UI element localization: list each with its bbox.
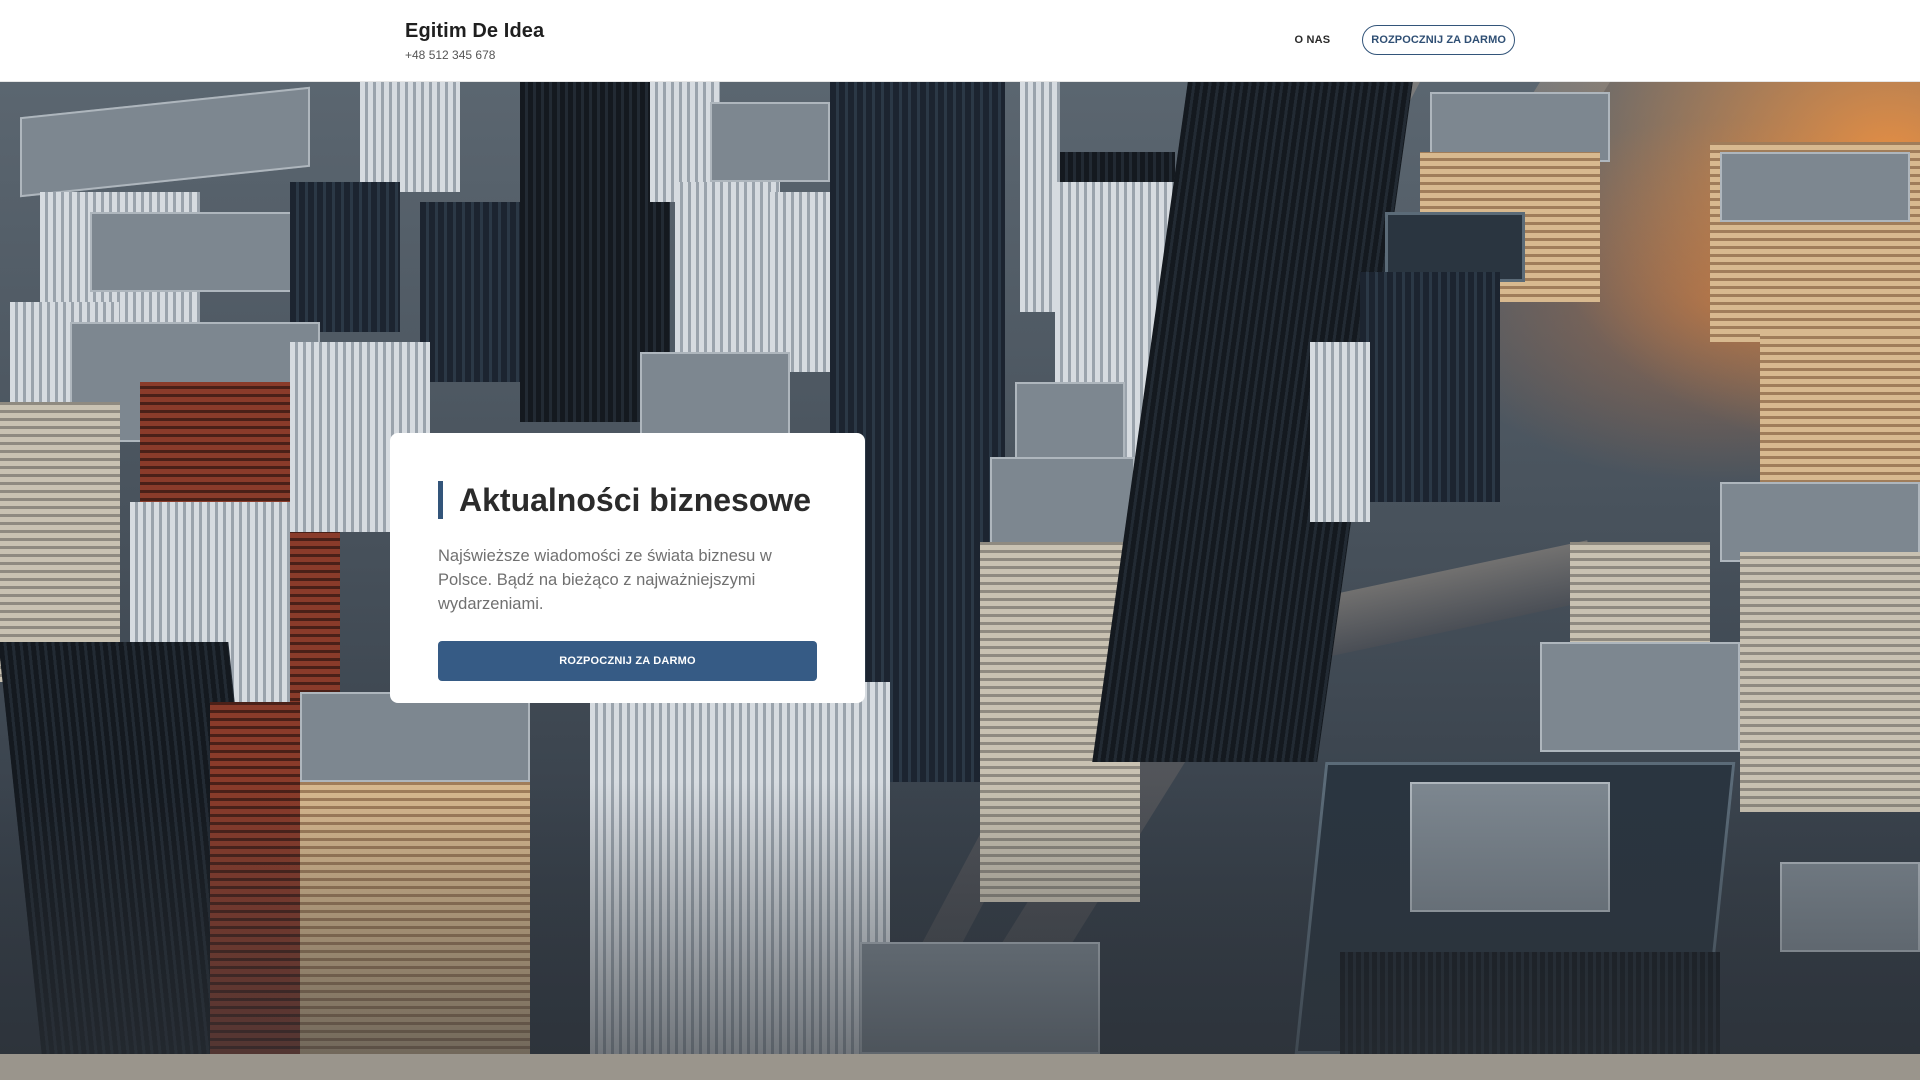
header-start-free-button[interactable]: ROZPOCZNIJ ZA DARMO <box>1362 25 1515 55</box>
main-nav: O NAS ROZPOCZNIJ ZA DARMO <box>1294 25 1515 55</box>
brand-phone: +48 512 345 678 <box>405 48 496 62</box>
brand-title[interactable]: Egitim De Idea <box>405 19 544 43</box>
brand: Egitim De Idea +48 512 345 678 <box>405 19 544 62</box>
landing-page: Egitim De Idea +48 512 345 678 O NAS ROZ… <box>0 0 1920 1080</box>
hero-title: Aktualności biznesowe <box>438 481 817 519</box>
site-header: Egitim De Idea +48 512 345 678 O NAS ROZ… <box>0 0 1920 82</box>
hero-card: Aktualności biznesowe Najświeższe wiadom… <box>390 433 865 703</box>
bottom-section-edge <box>0 1054 1920 1080</box>
hero-description: Najświeższe wiadomości ze świata biznesu… <box>438 547 772 613</box>
hero-section <box>0 82 1920 1054</box>
hero-start-free-button[interactable]: ROZPOCZNIJ ZA DARMO <box>438 641 817 681</box>
nav-link-about[interactable]: O NAS <box>1294 34 1330 46</box>
